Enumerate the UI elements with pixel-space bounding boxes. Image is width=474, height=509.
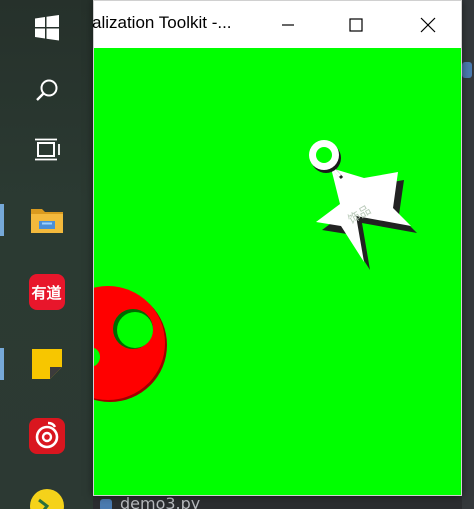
- netease-music-button[interactable]: [0, 412, 93, 460]
- file-explorer-button[interactable]: [0, 196, 93, 244]
- render-viewport[interactable]: 饰品: [94, 48, 461, 495]
- app-icon: [29, 489, 64, 509]
- window-titlebar[interactable]: alization Toolkit -...: [92, 1, 461, 48]
- window-title: alization Toolkit -...: [92, 13, 232, 32]
- red-disc: [94, 286, 167, 402]
- task-view-button[interactable]: [0, 126, 93, 174]
- youdao-icon: 有道: [28, 274, 65, 310]
- search-button[interactable]: [0, 66, 93, 114]
- active-indicator: [0, 204, 4, 236]
- python-file-icon: [462, 62, 472, 78]
- desktop: demo3.py 有道 alization Toolkit -... 饰品: [0, 0, 474, 509]
- youdao-button[interactable]: 有道: [0, 268, 93, 316]
- youdao-label: 有道: [31, 283, 62, 302]
- star-ornament: 饰品: [309, 140, 417, 270]
- maximize-icon: [349, 17, 363, 32]
- scene-canvas: 饰品: [94, 140, 417, 402]
- minimize-icon: [282, 23, 294, 26]
- sticky-notes-button[interactable]: [0, 340, 93, 388]
- app-button[interactable]: [0, 482, 93, 509]
- folder-icon: [30, 209, 63, 233]
- vtk-render-window[interactable]: alization Toolkit -... 饰品: [92, 0, 462, 496]
- maximize-button[interactable]: [333, 1, 379, 48]
- minimize-button[interactable]: [265, 1, 311, 48]
- task-view-icon: [34, 138, 60, 161]
- close-button[interactable]: [405, 1, 451, 48]
- editor-tab-label: demo3.py: [120, 494, 201, 509]
- editor-tab[interactable]: demo3.py: [100, 494, 200, 509]
- music-icon: [28, 418, 65, 454]
- sticky-notes-icon: [31, 349, 62, 379]
- start-button[interactable]: [0, 4, 93, 52]
- close-icon: [420, 17, 436, 32]
- search-icon: [35, 79, 57, 101]
- taskbar: 有道: [0, 0, 93, 509]
- python-file-icon: [100, 498, 112, 509]
- active-indicator: [0, 348, 4, 380]
- windows-logo-icon: [34, 15, 59, 41]
